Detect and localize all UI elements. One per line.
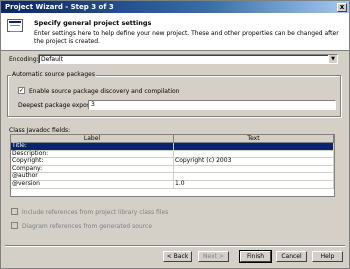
encoding-select[interactable]: Default ▼ (38, 54, 338, 64)
help-button[interactable]: Help (312, 251, 343, 262)
column-header-text[interactable]: Text (174, 135, 334, 142)
cancel-button[interactable]: Cancel (276, 251, 307, 262)
header-title: Specify general project settings (34, 19, 152, 27)
include-library-refs-label: Include references from project library … (22, 209, 169, 216)
source-packages-group (7, 75, 341, 117)
diagram-refs-label: Diagram references from generated source (22, 223, 153, 230)
table-row[interactable]: Title: (11, 142, 334, 151)
column-header-label[interactable]: Label (11, 135, 174, 142)
cell-text[interactable] (174, 173, 334, 180)
cell-text[interactable]: Copyright (c) 2003 (174, 158, 334, 165)
window-title: Project Wizard - Step 3 of 3 (5, 3, 114, 11)
cell-label[interactable]: Description: (11, 150, 174, 158)
cell-label[interactable]: Copyright: (11, 158, 174, 165)
finish-button[interactable]: Finish (239, 250, 272, 263)
table-row[interactable]: @author (11, 173, 334, 181)
title-bar[interactable]: Project Wizard - Step 3 of 3 x (1, 1, 349, 13)
project-settings-icon (7, 19, 23, 32)
cell-label[interactable]: Company: (11, 165, 174, 173)
table-row[interactable]: @version 1.0 (11, 180, 334, 189)
cell-label[interactable]: @version (11, 180, 174, 188)
diagram-refs-checkbox[interactable] (11, 222, 18, 229)
close-icon[interactable]: x (337, 2, 347, 12)
javadoc-table[interactable]: Label Text Title: Description: Copyright… (10, 134, 335, 197)
next-button[interactable]: Next > (198, 251, 229, 262)
javadoc-fields-label: Class Javadoc fields: (9, 127, 71, 134)
back-button[interactable]: < Back (163, 251, 192, 262)
enable-discovery-checkbox[interactable]: ✓ (18, 87, 25, 94)
enable-discovery-label: Enable source package discovery and comp… (29, 88, 180, 95)
deepest-package-input[interactable]: 3 (88, 100, 336, 110)
wizard-header: Specify general project settings Enter s… (1, 13, 349, 51)
table-header: Label Text (11, 135, 334, 143)
cell-text[interactable] (174, 143, 334, 150)
chevron-down-icon[interactable]: ▼ (328, 55, 337, 63)
button-separator (5, 245, 345, 247)
table-row[interactable]: Copyright: Copyright (c) 2003 (11, 158, 334, 166)
include-library-refs-checkbox[interactable] (11, 208, 18, 215)
cell-label[interactable]: @author (11, 173, 174, 180)
cell-text[interactable] (174, 165, 334, 173)
cell-label[interactable]: Title: (11, 142, 174, 150)
table-row[interactable]: Description: (11, 150, 334, 159)
cell-text[interactable]: 1.0 (174, 180, 334, 188)
encoding-value: Default (41, 55, 63, 63)
cell-text[interactable] (174, 150, 334, 158)
encoding-label: Encoding: (9, 56, 39, 63)
project-wizard-window: Project Wizard - Step 3 of 3 x Specify g… (0, 0, 350, 269)
table-row[interactable]: Company: (11, 165, 334, 174)
source-packages-legend: Automatic source packages (11, 71, 96, 78)
header-description: Enter settings here to help define your … (34, 30, 339, 45)
